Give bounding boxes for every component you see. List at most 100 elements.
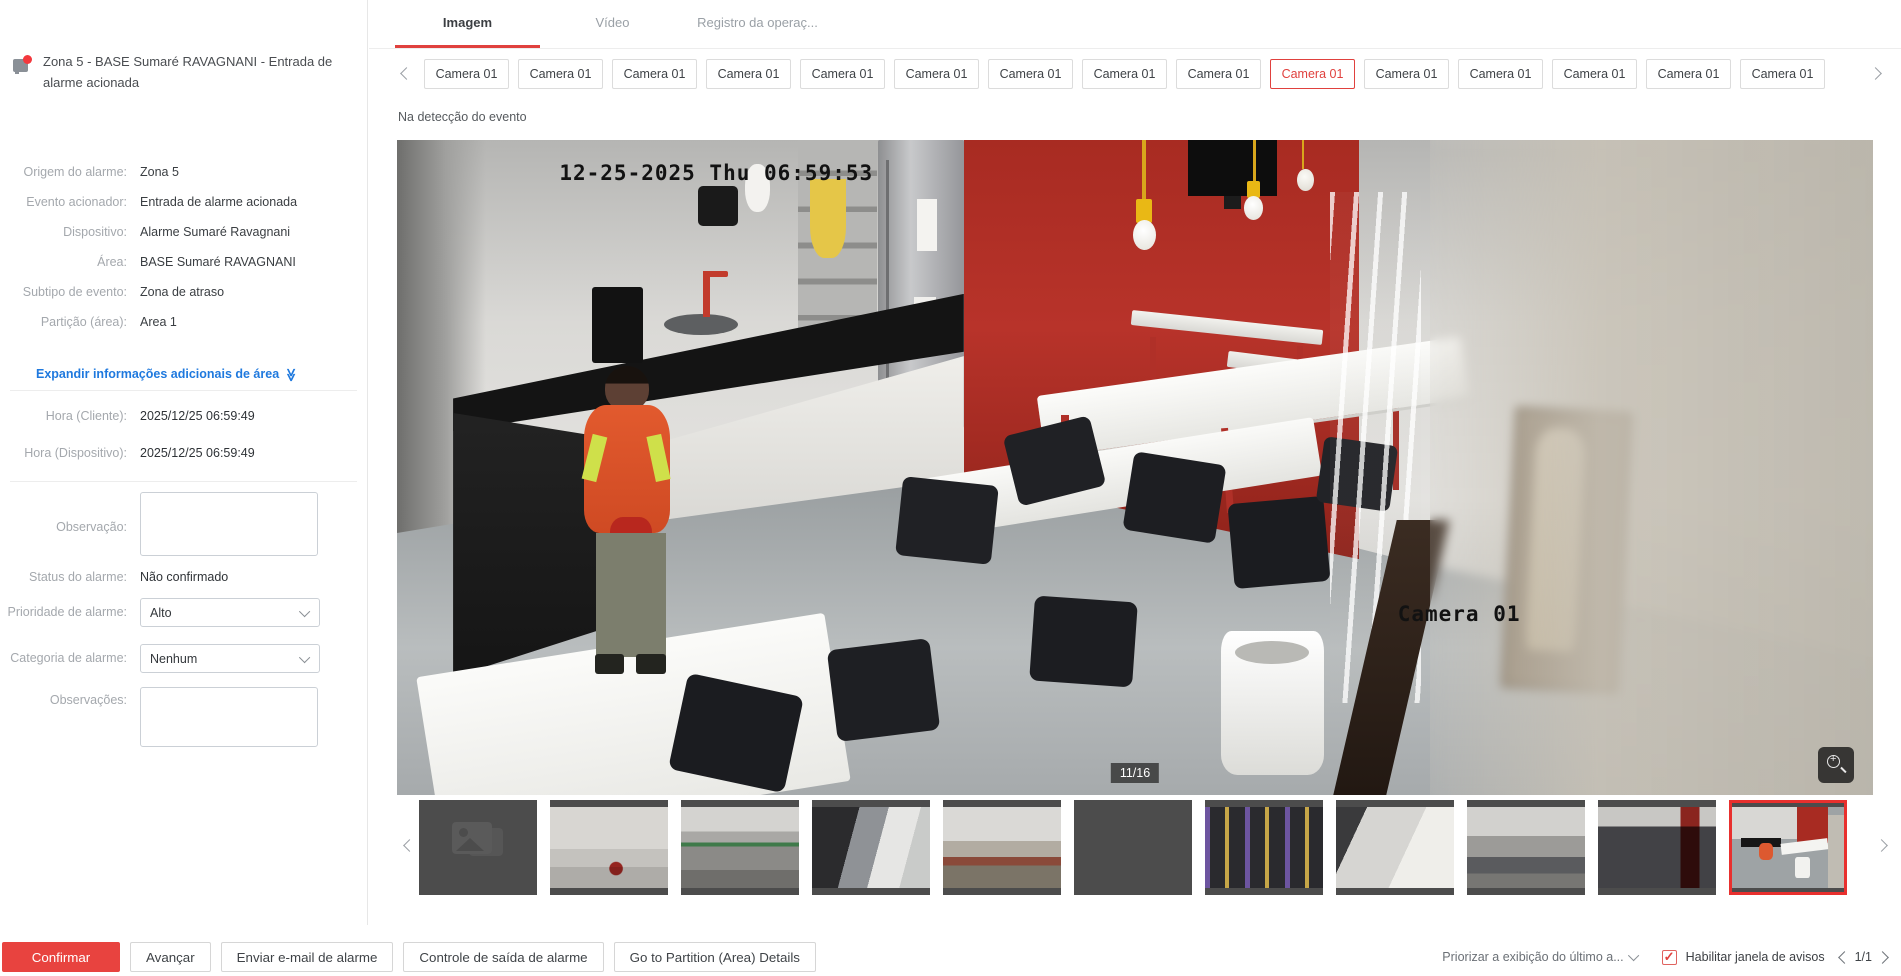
page-prev-icon[interactable]	[1838, 951, 1851, 964]
footer-right-controls: Priorizar a exibição do último a... ✓ Ha…	[1442, 950, 1887, 965]
thumbnail[interactable]	[812, 800, 930, 895]
tab-registro-operacao[interactable]: Registro da operaç...	[685, 0, 830, 48]
camera-button[interactable]: Camera 01	[1552, 59, 1637, 89]
observation-row: Observação:	[0, 492, 357, 556]
observations-textarea[interactable]	[140, 687, 318, 747]
camera-button[interactable]: Camera 01	[1082, 59, 1167, 89]
red-faucet	[703, 271, 710, 317]
divider	[10, 390, 357, 391]
field-row: Partição (área):Area 1	[0, 315, 357, 333]
bulb-cord	[1142, 140, 1145, 199]
camera-button[interactable]: Camera 01	[1740, 59, 1825, 89]
thumbnail[interactable]	[1598, 800, 1716, 895]
tv-mount	[1224, 196, 1242, 209]
event-detection-caption: Na detecção do evento	[398, 110, 527, 124]
image-page-badge: 11/16	[1111, 763, 1159, 783]
camera-button[interactable]: Camera 01	[988, 59, 1073, 89]
thumbnails-next-icon[interactable]	[1875, 833, 1893, 859]
thumbnail-strip	[397, 800, 1893, 896]
pagination: 1/1	[1840, 950, 1887, 964]
person-shoe	[595, 654, 625, 674]
sink	[664, 314, 738, 335]
camera-button[interactable]: Camera 01	[894, 59, 979, 89]
paper-towel-dispenser	[698, 186, 738, 227]
thumbnail[interactable]	[1205, 800, 1323, 895]
send-alarm-email-button[interactable]: Enviar e-mail de alarme	[221, 942, 394, 972]
divider	[10, 481, 357, 482]
camera-bar-prev-icon[interactable]	[397, 61, 415, 87]
light-bulb	[1297, 169, 1313, 191]
black-chair	[1029, 595, 1138, 687]
tv-screen	[1188, 140, 1277, 196]
zoom-in-button[interactable]	[1818, 747, 1854, 783]
alarm-edit-fields: Observação: Status do alarme: Não confir…	[0, 492, 357, 761]
trash-bin-lid	[1235, 641, 1309, 664]
alarm-title: Zona 5 - BASE Sumaré RAVAGNANI - Entrada…	[43, 52, 353, 94]
observations-row: Observações:	[0, 687, 357, 747]
camera-button-active[interactable]: Camera 01	[1270, 59, 1355, 89]
category-select[interactable]: Nenhum	[140, 644, 320, 673]
camera-button[interactable]: Camera 01	[612, 59, 697, 89]
camera-bar-next-icon[interactable]	[1869, 61, 1887, 87]
thumbnail[interactable]	[1074, 800, 1192, 895]
coffee-machine	[592, 287, 644, 362]
thumbnail[interactable]	[550, 800, 668, 895]
viewer-tabs: Imagem Vídeo Registro da operaç...	[369, 0, 1901, 49]
thumbnail-selected[interactable]	[1729, 800, 1847, 895]
category-row: Categoria de alarme: Nenhum	[0, 644, 357, 673]
camera-button[interactable]: Camera 01	[1646, 59, 1731, 89]
page-indicator: 1/1	[1855, 950, 1872, 964]
alarm-red-dot	[23, 55, 32, 64]
field-row: Evento acionador:Entrada de alarme acion…	[0, 195, 357, 213]
alarm-output-control-button[interactable]: Controle de saída de alarme	[403, 942, 603, 972]
camera-button[interactable]: Camera 01	[1364, 59, 1449, 89]
thumbnail[interactable]	[943, 800, 1061, 895]
camera-button[interactable]: Camera 01	[706, 59, 791, 89]
black-chair	[1122, 451, 1226, 543]
forward-button[interactable]: Avançar	[130, 942, 211, 972]
enable-notice-window-checkbox[interactable]: ✓	[1662, 950, 1677, 965]
expand-area-info-link[interactable]: Expandir informações adicionais de área≫	[36, 366, 298, 382]
osd-timestamp: 12-25-2025 Thu 06:59:53	[559, 161, 873, 185]
camera-button[interactable]: Camera 01	[424, 59, 509, 89]
chevron-down-icon	[299, 651, 310, 662]
go-to-partition-details-button[interactable]: Go to Partition (Area) Details	[614, 942, 816, 972]
thumbnails-prev-icon[interactable]	[400, 833, 418, 859]
alarm-header: Zona 5 - BASE Sumaré RAVAGNANI - Entrada…	[13, 52, 353, 94]
status-row: Status do alarme: Não confirmado	[0, 570, 357, 588]
person-pants	[596, 533, 665, 657]
observation-textarea[interactable]	[140, 492, 318, 556]
no-image-icon	[452, 822, 492, 854]
field-row: Hora (Cliente):2025/12/25 06:59:49	[0, 409, 357, 427]
thumbnail-placeholder[interactable]	[419, 800, 537, 895]
alarm-status-value: Não confirmado	[140, 570, 228, 584]
thumbnail[interactable]	[1467, 800, 1585, 895]
priority-select[interactable]: Alto	[140, 598, 320, 627]
page-next-icon[interactable]	[1876, 951, 1889, 964]
osd-camera-name: Camera 01	[1398, 602, 1521, 626]
chevron-down-icon	[1628, 950, 1639, 961]
confirm-button[interactable]: Confirmar	[2, 942, 120, 972]
red-faucet-arm	[703, 271, 728, 277]
action-bar: Confirmar Avançar Enviar e-mail de alarm…	[0, 938, 1901, 976]
time-fields: Hora (Cliente):2025/12/25 06:59:49 Hora …	[0, 409, 357, 476]
fridge-note-paper	[917, 199, 938, 251]
camera-button[interactable]: Camera 01	[518, 59, 603, 89]
bulb-socket	[1136, 199, 1151, 223]
tab-video[interactable]: Vídeo	[540, 0, 685, 48]
thumbnail[interactable]	[681, 800, 799, 895]
enable-notice-window-label: Habilitar janela de avisos	[1686, 950, 1825, 964]
camera-button-bar: Camera 01 Camera 01 Camera 01 Camera 01 …	[397, 58, 1887, 90]
hanging-yellow-cloth	[810, 179, 845, 258]
field-row: Origem do alarme:Zona 5	[0, 165, 357, 183]
camera-button[interactable]: Camera 01	[1176, 59, 1261, 89]
display-priority-dropdown[interactable]: Priorizar a exibição do último a...	[1442, 950, 1638, 964]
field-row: Área:BASE Sumaré RAVAGNANI	[0, 255, 357, 273]
thumbnail[interactable]	[1336, 800, 1454, 895]
camera-button[interactable]: Camera 01	[1458, 59, 1543, 89]
camera-button[interactable]: Camera 01	[800, 59, 885, 89]
chevron-double-down-icon: ≫	[283, 368, 299, 382]
priority-row: Prioridade de alarme: Alto	[0, 598, 357, 627]
field-row: Dispositivo:Alarme Sumaré Ravagnani	[0, 225, 357, 243]
tab-imagem[interactable]: Imagem	[395, 0, 540, 48]
